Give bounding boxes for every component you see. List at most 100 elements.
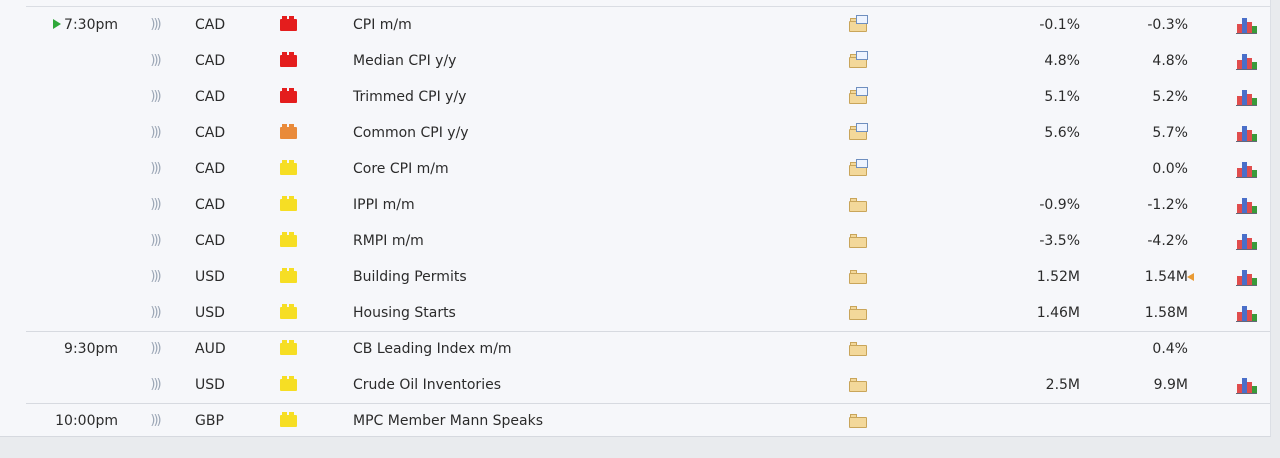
sound-alert-icon[interactable]: ))) — [148, 367, 162, 403]
folder-icon[interactable] — [849, 378, 867, 392]
previous-value: 4.8% — [1152, 53, 1188, 69]
upcoming-arrow-icon — [53, 19, 62, 29]
bar-chart-icon[interactable] — [1236, 233, 1257, 250]
bar-chart-icon[interactable] — [1236, 89, 1257, 106]
event-title[interactable]: Trimmed CPI y/y — [353, 79, 773, 115]
event-title[interactable]: Common CPI y/y — [353, 115, 773, 151]
event-title[interactable]: IPPI m/m — [353, 187, 773, 223]
sound-alert-icon[interactable]: ))) — [148, 295, 162, 331]
impact-low-icon — [280, 268, 297, 283]
previous-value: 1.54M — [1144, 269, 1188, 285]
event-time — [26, 295, 118, 331]
folder-icon[interactable] — [849, 198, 867, 212]
calendar-row[interactable]: ))) CAD Core CPI m/m 0.0% — [0, 151, 1270, 187]
folder-icon[interactable] — [849, 270, 867, 284]
revised-marker-icon[interactable] — [1187, 273, 1194, 281]
calendar-row[interactable]: ))) USD Building Permits 1.52M 1.54M — [0, 259, 1270, 295]
forecast-value: 5.1% — [1044, 89, 1080, 105]
folder-doc-icon[interactable] — [849, 159, 868, 176]
sound-alert-icon[interactable]: ))) — [148, 79, 162, 115]
impact-high-icon — [280, 88, 297, 103]
sound-alert-icon[interactable]: ))) — [148, 115, 162, 151]
forecast-value — [990, 151, 1080, 187]
sound-alert-icon[interactable]: ))) — [148, 7, 162, 43]
bar-chart-icon[interactable] — [1236, 17, 1257, 34]
sound-alert-icon[interactable]: ))) — [148, 331, 162, 367]
folder-icon[interactable] — [849, 306, 867, 320]
bar-chart-icon[interactable] — [1236, 161, 1257, 178]
calendar-row[interactable]: 7:30pm))) CAD CPI m/m -0.1% -0.3% — [0, 7, 1270, 43]
folder-doc-icon[interactable] — [849, 87, 868, 104]
calendar-table: 7:30pm))) CAD CPI m/m -0.1% -0.3%))) CAD Media… — [0, 0, 1271, 437]
event-time — [26, 223, 118, 259]
impact-low-icon — [280, 340, 297, 355]
event-title[interactable]: RMPI m/m — [353, 223, 773, 259]
forecast-value: -0.1% — [1039, 17, 1080, 33]
previous-value: 5.2% — [1152, 89, 1188, 105]
currency: CAD — [195, 17, 226, 33]
forecast-value: 4.8% — [1044, 53, 1080, 69]
event-title[interactable]: Crude Oil Inventories — [353, 367, 773, 403]
calendar-row[interactable]: 10:00pm))) GBP MPC Member Mann Speaks — [0, 403, 1270, 439]
forecast-value — [990, 331, 1080, 367]
impact-high-icon — [280, 16, 297, 31]
impact-low-icon — [280, 304, 297, 319]
folder-doc-icon[interactable] — [849, 51, 868, 68]
sound-alert-icon[interactable]: ))) — [148, 151, 162, 187]
sound-alert-icon[interactable]: ))) — [148, 403, 162, 439]
event-title[interactable]: Core CPI m/m — [353, 151, 773, 187]
event-time-text: 9:30pm — [64, 341, 118, 357]
calendar-row[interactable]: ))) CAD Median CPI y/y 4.8% 4.8% — [0, 43, 1270, 79]
currency: CAD — [195, 53, 226, 69]
calendar-row[interactable]: 9:30pm))) AUD CB Leading Index m/m 0.4% — [0, 331, 1270, 367]
previous-value: 9.9M — [1153, 377, 1188, 393]
event-time — [26, 151, 118, 187]
sound-alert-icon[interactable]: ))) — [148, 43, 162, 79]
currency: GBP — [195, 413, 224, 429]
calendar-row[interactable]: ))) CAD RMPI m/m -3.5% -4.2% — [0, 223, 1270, 259]
event-title[interactable]: CPI m/m — [353, 7, 773, 43]
forecast-value: -0.9% — [1039, 197, 1080, 213]
event-title[interactable]: CB Leading Index m/m — [353, 331, 773, 367]
bar-chart-icon[interactable] — [1236, 377, 1257, 394]
sound-alert-icon[interactable]: ))) — [148, 223, 162, 259]
previous-value: 5.7% — [1152, 125, 1188, 141]
bar-chart-icon[interactable] — [1236, 197, 1257, 214]
bar-chart-icon[interactable] — [1236, 305, 1257, 322]
event-time — [26, 367, 118, 403]
previous-value: 0.0% — [1152, 161, 1188, 177]
calendar-row[interactable]: ))) CAD IPPI m/m -0.9% -1.2% — [0, 187, 1270, 223]
impact-high-icon — [280, 52, 297, 67]
folder-icon[interactable] — [849, 342, 867, 356]
calendar-row[interactable]: ))) USD Crude Oil Inventories 2.5M 9.9M — [0, 367, 1270, 403]
sound-alert-icon[interactable]: ))) — [148, 259, 162, 295]
forecast-value: 2.5M — [1045, 377, 1080, 393]
event-title[interactable]: MPC Member Mann Speaks — [353, 403, 773, 439]
bar-chart-icon[interactable] — [1236, 53, 1257, 70]
folder-icon[interactable] — [849, 414, 867, 428]
event-time: 9:30pm — [26, 331, 118, 367]
sound-alert-icon[interactable]: ))) — [148, 187, 162, 223]
event-title[interactable]: Housing Starts — [353, 295, 773, 331]
folder-icon[interactable] — [849, 234, 867, 248]
impact-low-icon — [280, 196, 297, 211]
calendar-row[interactable]: ))) USD Housing Starts 1.46M 1.58M — [0, 295, 1270, 331]
previous-value: -4.2% — [1147, 233, 1188, 249]
folder-doc-icon[interactable] — [849, 123, 868, 140]
event-title[interactable]: Building Permits — [353, 259, 773, 295]
event-title[interactable]: Median CPI y/y — [353, 43, 773, 79]
folder-doc-icon[interactable] — [849, 15, 868, 32]
forecast-value: -3.5% — [1039, 233, 1080, 249]
forecast-value: 5.6% — [1044, 125, 1080, 141]
calendar-row[interactable]: ))) CAD Common CPI y/y 5.6% 5.7% — [0, 115, 1270, 151]
calendar-row[interactable]: ))) CAD Trimmed CPI y/y 5.1% 5.2% — [0, 79, 1270, 115]
event-time — [26, 43, 118, 79]
previous-value — [1100, 403, 1188, 439]
event-time: 10:00pm — [26, 403, 118, 439]
impact-medium-icon — [280, 124, 297, 139]
currency: CAD — [195, 197, 226, 213]
bar-chart-icon[interactable] — [1236, 125, 1257, 142]
bar-chart-icon[interactable] — [1236, 269, 1257, 286]
forecast-value: 1.52M — [1036, 269, 1080, 285]
event-time — [26, 187, 118, 223]
